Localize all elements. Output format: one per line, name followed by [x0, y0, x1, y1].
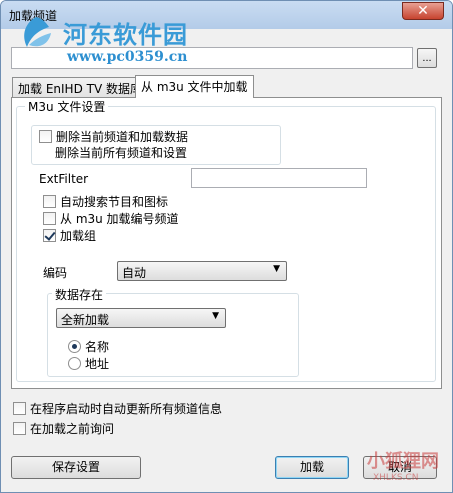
encoding-label: 编码: [43, 266, 68, 280]
corner-watermark-sub: XHLKS.CN: [373, 473, 419, 483]
chevron-down-icon: ▼: [273, 264, 280, 274]
tab-load-from-m3u[interactable]: 从 m3u 文件中加载: [135, 75, 254, 98]
radio-name-label: 名称: [85, 340, 110, 354]
m3u-settings-group: M3u 文件设置 删除当前频道和加载数据 删除当前所有频道和设置 ExtFilt…: [16, 98, 436, 382]
load-groups-checkbox-box[interactable]: [43, 229, 56, 242]
auto-update-checkbox[interactable]: 在程序启动时自动更新所有频道信息: [13, 400, 222, 417]
radio-name[interactable]: 名称: [68, 338, 109, 355]
close-button[interactable]: ✕: [402, 2, 444, 20]
data-exists-selected: 全新加载: [61, 313, 110, 327]
radio-address[interactable]: 地址: [68, 355, 109, 372]
load-numbering-checkbox-box[interactable]: [43, 212, 56, 225]
delete-current-checkbox-box[interactable]: [39, 130, 52, 143]
m3u-settings-title: M3u 文件设置: [25, 98, 109, 115]
browse-button[interactable]: ...: [417, 48, 437, 68]
extfilter-input[interactable]: [191, 168, 367, 188]
auto-search-label: 自动搜索节目和图标: [60, 195, 169, 209]
ask-before-label: 在加载之前询问: [30, 422, 115, 436]
corner-watermark: 小狐狸网: [367, 451, 439, 472]
load-numbering-label: 从 m3u 加载编号频道: [60, 212, 179, 226]
m3u-tab-panel: M3u 文件设置 删除当前频道和加载数据 删除当前所有频道和设置 ExtFilt…: [11, 97, 442, 389]
encoding-select[interactable]: 自动 ▼: [117, 261, 287, 281]
delete-current-checkbox[interactable]: 删除当前频道和加载数据: [39, 128, 188, 145]
watermark-url: www.pc0359.cn: [67, 49, 188, 65]
data-exists-group: 数据存在 全新加载 ▼ 名称 地址: [47, 286, 299, 377]
data-exists-title: 数据存在: [52, 286, 107, 303]
load-channels-dialog: 加载频道 ✕ 河东软件园 www.pc0359.cn ... 加载 EnIHD …: [0, 0, 453, 493]
delete-current-note: 删除当前所有频道和设置: [55, 146, 188, 160]
encoding-selected: 自动: [122, 266, 147, 280]
watermark-logo-icon: [24, 17, 51, 47]
extfilter-label: ExtFilter: [39, 172, 89, 186]
radio-address-label: 地址: [85, 357, 110, 371]
tab-enihd-database[interactable]: 加载 EnIHD TV 数据库: [12, 77, 148, 97]
save-settings-button[interactable]: 保存设置: [11, 456, 141, 479]
watermark-site-name: 河东软件园: [63, 20, 188, 49]
delete-current-label: 删除当前频道和加载数据: [56, 130, 189, 144]
load-numbering-checkbox[interactable]: 从 m3u 加载编号频道: [43, 210, 179, 227]
load-groups-label: 加载组: [60, 229, 97, 243]
ask-before-checkbox-box[interactable]: [13, 422, 26, 435]
load-button[interactable]: 加载: [275, 456, 349, 479]
auto-update-checkbox-box[interactable]: [13, 402, 26, 415]
radio-address-dot[interactable]: [68, 357, 81, 370]
auto-search-checkbox[interactable]: 自动搜索节目和图标: [43, 193, 168, 210]
ask-before-checkbox[interactable]: 在加载之前询问: [13, 420, 114, 437]
data-exists-select[interactable]: 全新加载 ▼: [56, 308, 226, 328]
auto-search-checkbox-box[interactable]: [43, 195, 56, 208]
load-groups-checkbox[interactable]: 加载组: [43, 227, 96, 244]
auto-update-label: 在程序启动时自动更新所有频道信息: [30, 402, 223, 416]
radio-name-dot[interactable]: [68, 340, 81, 353]
chevron-down-icon: ▼: [212, 311, 219, 321]
